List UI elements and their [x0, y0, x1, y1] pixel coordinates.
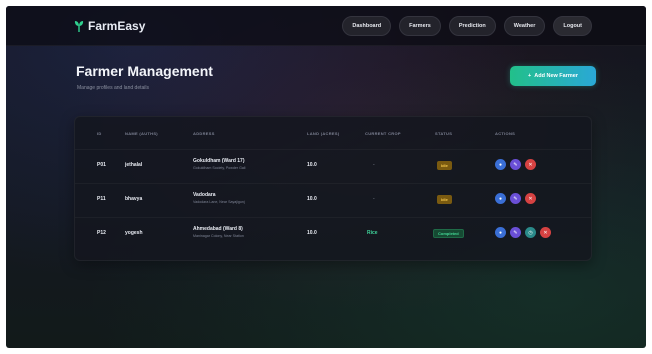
pencil-icon: ✎	[513, 161, 518, 168]
header-status: STATUS	[435, 131, 453, 136]
row-actions: ● ✎ ✕	[495, 193, 536, 204]
delete-button[interactable]: ✕	[540, 227, 551, 238]
current-crop: -	[373, 162, 375, 168]
current-crop: Rice	[367, 230, 378, 236]
plus-icon: +	[528, 73, 532, 79]
nav-farmers[interactable]: Farmers	[399, 16, 441, 36]
header-id: ID	[97, 131, 102, 136]
address-line-1: Gokuldham (Ward 17)	[193, 158, 245, 164]
trash-icon: ✕	[528, 195, 533, 202]
trash-icon: ✕	[543, 229, 548, 236]
header-address: ADDRESS	[193, 131, 215, 136]
pencil-icon: ✎	[513, 195, 518, 202]
logout-button[interactable]: Logout	[553, 16, 592, 36]
history-button[interactable]: ◷	[525, 227, 536, 238]
farmer-address: Gokuldham (Ward 17) Gokuldham Society, P…	[193, 158, 245, 170]
table-row: P11 bhavya Vadodara Vadodara Lane, Near …	[75, 183, 591, 213]
top-navbar: FarmEasy Dashboard Farmers Prediction We…	[6, 6, 646, 46]
farmer-id: P12	[97, 230, 106, 236]
table-row: P01 jethalal Gokuldham (Ward 17) Gokuldh…	[75, 149, 591, 179]
nav-weather[interactable]: Weather	[503, 16, 546, 36]
farmer-address: Ahmedabad (Ward 8) Maninagar Colony, Nea…	[193, 226, 244, 238]
table-header: ID NAME (AUTHS) ADDRESS LAND (ACRES) CUR…	[75, 131, 591, 139]
status-badge: Idle	[437, 161, 452, 170]
header-actions: ACTIONS	[495, 131, 516, 136]
status-badge: Idle	[437, 195, 452, 204]
farmer-id: P01	[97, 162, 106, 168]
page-subtitle: Manage profiles and land details	[77, 85, 149, 91]
brand-name: FarmEasy	[88, 19, 146, 33]
row-actions: ● ✎ ◷ ✕	[495, 227, 551, 238]
address-line-1: Ahmedabad (Ward 8)	[193, 226, 243, 232]
farmer-id: P11	[97, 196, 106, 202]
nav-prediction[interactable]: Prediction	[448, 16, 496, 36]
address-line-2: Vadodara Lane, Near Sayajigunj	[193, 200, 245, 204]
address-line-2: Maninagar Colony, Near Station	[193, 234, 244, 238]
land-acres: 10.0	[307, 162, 317, 168]
view-button[interactable]: ●	[495, 227, 506, 238]
table-row: P12 yogesh Ahmedabad (Ward 8) Maninagar …	[75, 217, 591, 247]
clock-icon: ◷	[528, 229, 533, 236]
land-acres: 10.0	[307, 230, 317, 236]
leaf-icon	[74, 21, 84, 32]
edit-button[interactable]: ✎	[510, 193, 521, 204]
farmer-name: yogesh	[125, 230, 143, 236]
eye-icon: ●	[498, 195, 503, 202]
pencil-icon: ✎	[513, 229, 518, 236]
nav-dashboard[interactable]: Dashboard	[342, 16, 392, 36]
address-line-2: Gokuldham Society, Powder Gali	[193, 166, 246, 170]
row-actions: ● ✎ ✕	[495, 159, 536, 170]
header-name: NAME (AUTHS)	[125, 131, 158, 136]
nav-links: Dashboard Farmers Prediction Weather Log…	[342, 16, 592, 36]
trash-icon: ✕	[528, 161, 533, 168]
status-badge: Completed	[433, 229, 464, 238]
current-crop: -	[373, 196, 375, 202]
add-farmer-button[interactable]: + Add New Farmer	[510, 66, 596, 86]
app-window: FarmEasy Dashboard Farmers Prediction We…	[6, 6, 646, 348]
delete-button[interactable]: ✕	[525, 159, 536, 170]
view-button[interactable]: ●	[495, 159, 506, 170]
view-button[interactable]: ●	[495, 193, 506, 204]
land-acres: 10.0	[307, 196, 317, 202]
header-land: LAND (ACRES)	[307, 131, 340, 136]
edit-button[interactable]: ✎	[510, 227, 521, 238]
delete-button[interactable]: ✕	[525, 193, 536, 204]
farmer-name: bhavya	[125, 196, 143, 202]
address-line-1: Vadodara	[193, 192, 216, 198]
add-farmer-label: Add New Farmer	[534, 73, 578, 79]
farmers-table: ID NAME (AUTHS) ADDRESS LAND (ACRES) CUR…	[74, 116, 592, 261]
farmer-name: jethalal	[125, 162, 143, 168]
edit-button[interactable]: ✎	[510, 159, 521, 170]
eye-icon: ●	[498, 161, 503, 168]
header-crop: CURRENT CROP	[365, 131, 401, 136]
eye-icon: ●	[498, 229, 503, 236]
page-title: Farmer Management	[76, 63, 213, 79]
farmer-address: Vadodara Vadodara Lane, Near Sayajigunj	[193, 192, 245, 204]
brand[interactable]: FarmEasy	[74, 18, 145, 34]
